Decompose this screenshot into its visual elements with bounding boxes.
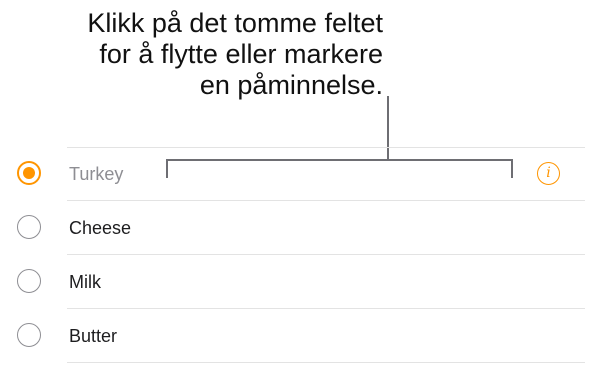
reminder-row-cheese[interactable]: Cheese (0, 201, 599, 255)
radio-empty-icon[interactable] (17, 269, 41, 293)
reminder-row-butter[interactable]: Butter (0, 309, 599, 363)
radio-empty-icon[interactable] (17, 323, 41, 347)
reminder-title[interactable]: Turkey (69, 163, 123, 185)
callout-text: Klikk på det tomme feltet for å flytte e… (87, 8, 383, 101)
callout-line-1: Klikk på det tomme feltet (87, 8, 383, 38)
radio-checked-icon[interactable] (17, 161, 41, 185)
reminder-title[interactable]: Milk (69, 271, 101, 293)
reminder-title[interactable]: Cheese (69, 217, 131, 239)
callout-line-2: for å flytte eller markere (99, 39, 383, 69)
reminder-title[interactable]: Butter (69, 325, 117, 347)
callout-line-3: en påminnelse. (199, 70, 383, 100)
radio-fill (23, 167, 35, 179)
info-icon[interactable]: i (537, 162, 560, 185)
reminder-row-milk[interactable]: Milk (0, 255, 599, 309)
row-divider (67, 362, 585, 363)
radio-empty-icon[interactable] (17, 215, 41, 239)
reminder-row-turkey[interactable]: Turkey i (0, 147, 599, 201)
